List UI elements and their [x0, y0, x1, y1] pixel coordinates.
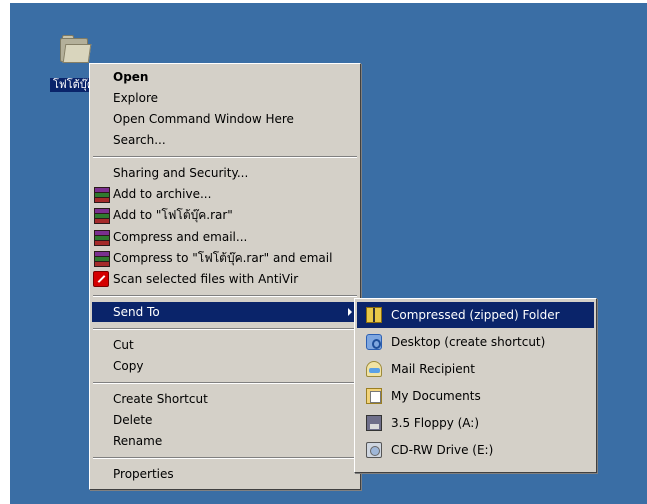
- menu-item-create-shortcut[interactable]: Create Shortcut: [92, 389, 358, 409]
- chevron-right-icon: [348, 308, 352, 316]
- menu-item-sharing-security[interactable]: Sharing and Security...: [92, 163, 358, 183]
- floppy-drive-icon: [366, 415, 382, 431]
- menu-separator: [93, 328, 357, 330]
- winrar-icon: [93, 229, 110, 246]
- menu-item-search[interactable]: Search...: [92, 130, 358, 150]
- winrar-icon: [93, 250, 110, 267]
- sendto-item-desktop[interactable]: Desktop (create shortcut): [357, 329, 594, 355]
- cd-drive-icon: [366, 442, 382, 458]
- winrar-icon: [93, 186, 110, 203]
- menu-separator: [93, 457, 357, 459]
- documents-folder-icon: [366, 388, 382, 404]
- sendto-item-compressed-folder[interactable]: Compressed (zipped) Folder: [357, 302, 594, 328]
- menu-item-compress-and-email[interactable]: Compress and email...: [92, 227, 358, 247]
- sendto-item-cd-drive[interactable]: CD-RW Drive (E:): [357, 437, 594, 463]
- desktop-shortcut-icon: [366, 334, 382, 350]
- sendto-item-floppy[interactable]: 3.5 Floppy (A:): [357, 410, 594, 436]
- menu-separator: [93, 295, 357, 297]
- menu-item-compress-to-rar-email[interactable]: Compress to "โฟโต้บุ๊ค.rar" and email: [92, 248, 358, 268]
- menu-item-rename[interactable]: Rename: [92, 431, 358, 451]
- menu-item-cut[interactable]: Cut: [92, 335, 358, 355]
- sendto-item-mail-recipient[interactable]: Mail Recipient: [357, 356, 594, 382]
- menu-item-scan-antivir[interactable]: Scan selected files with AntiVir: [92, 269, 358, 289]
- context-menu: Open Explore Open Command Window Here Se…: [89, 63, 361, 490]
- folder-icon[interactable]: [50, 35, 92, 63]
- winrar-icon: [93, 207, 110, 224]
- sendto-item-my-documents[interactable]: My Documents: [357, 383, 594, 409]
- menu-item-open-command-window[interactable]: Open Command Window Here: [92, 109, 358, 129]
- menu-item-delete[interactable]: Delete: [92, 410, 358, 430]
- send-to-submenu: Compressed (zipped) Folder Desktop (crea…: [354, 298, 597, 473]
- menu-separator: [93, 156, 357, 158]
- mail-recipient-icon: [366, 361, 382, 377]
- menu-item-add-to-rar[interactable]: Add to "โฟโต้บุ๊ค.rar": [92, 205, 358, 225]
- menu-item-send-to[interactable]: Send To: [92, 302, 358, 322]
- antivir-icon: [93, 271, 109, 287]
- menu-item-open[interactable]: Open: [92, 67, 358, 87]
- menu-item-copy[interactable]: Copy: [92, 356, 358, 376]
- zip-folder-icon: [366, 307, 382, 323]
- menu-item-add-to-archive[interactable]: Add to archive...: [92, 184, 358, 204]
- menu-item-explore[interactable]: Explore: [92, 88, 358, 108]
- menu-item-properties[interactable]: Properties: [92, 464, 358, 484]
- menu-separator: [93, 382, 357, 384]
